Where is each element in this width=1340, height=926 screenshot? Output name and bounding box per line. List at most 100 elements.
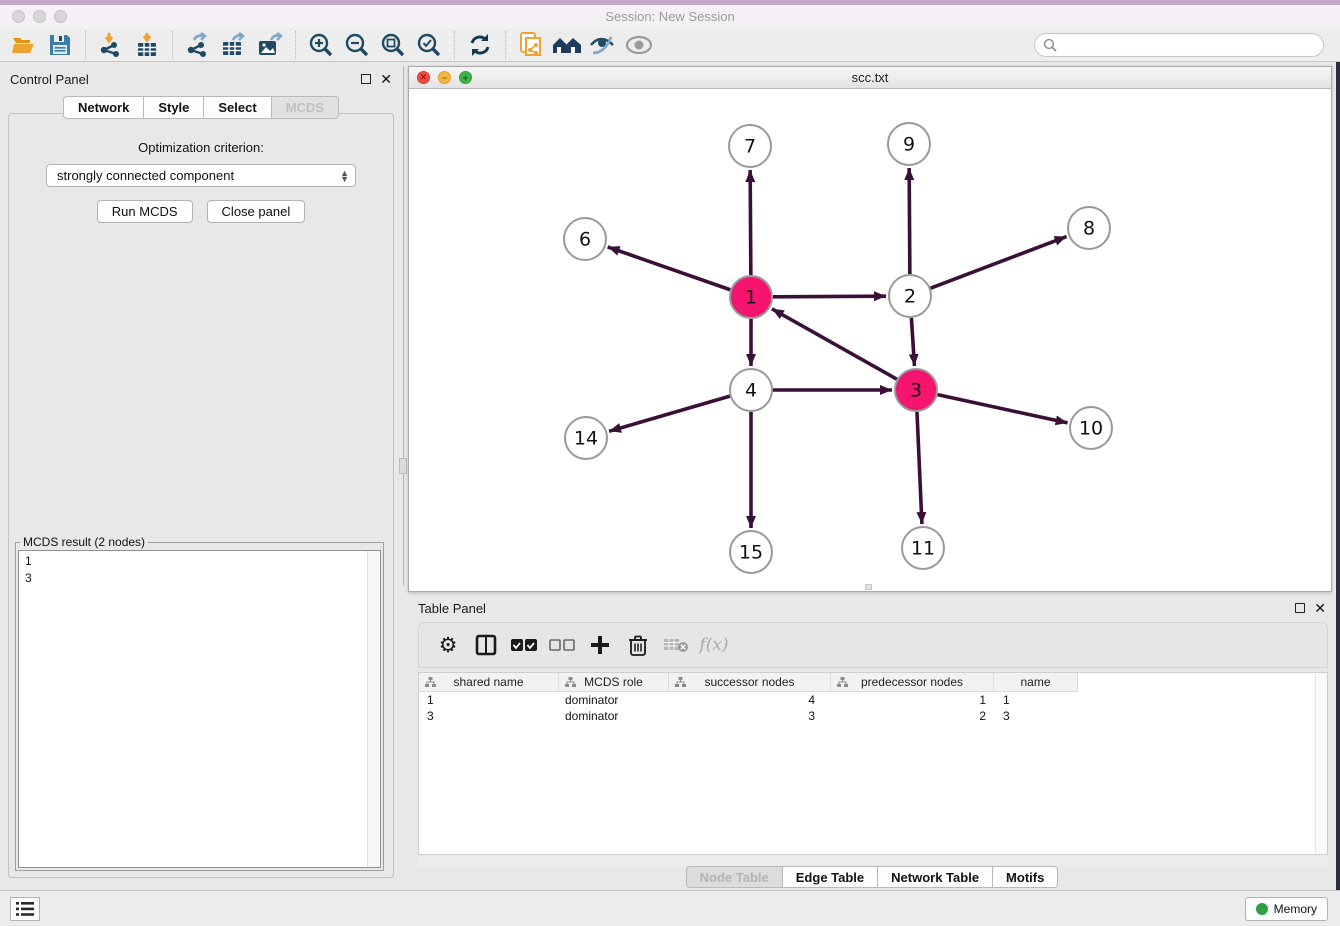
- run-mcds-button[interactable]: Run MCDS: [97, 200, 193, 223]
- svg-text:7: 7: [744, 136, 756, 158]
- table-cell[interactable]: 3: [419, 708, 559, 724]
- graph-node-9[interactable]: 9: [888, 123, 930, 165]
- network-graph[interactable]: 7 9 6 8 1 2 4 3 14 10 15 11: [409, 89, 1331, 591]
- table-row[interactable]: 1dominator411: [419, 692, 1327, 708]
- zoom-selected-icon[interactable]: [411, 29, 447, 61]
- zoom-in-icon[interactable]: [303, 29, 339, 61]
- task-history-button[interactable]: [10, 897, 40, 921]
- network-resize-grip[interactable]: [865, 584, 872, 590]
- tab-network-table[interactable]: Network Table: [877, 866, 992, 888]
- column-header-shared-name[interactable]: shared name: [419, 673, 559, 692]
- tab-select[interactable]: Select: [203, 96, 270, 119]
- column-header-name[interactable]: name: [994, 673, 1078, 692]
- search-input[interactable]: [1062, 38, 1323, 52]
- table-cell[interactable]: 1: [831, 692, 994, 708]
- tab-style[interactable]: Style: [143, 96, 203, 119]
- import-network-icon[interactable]: [93, 29, 129, 61]
- table-cell[interactable]: dominator: [559, 692, 669, 708]
- titlebar[interactable]: Session: New Session: [0, 5, 1340, 28]
- first-neighbors-icon[interactable]: [549, 29, 585, 61]
- refresh-icon[interactable]: [462, 29, 498, 61]
- open-file-icon[interactable]: [6, 29, 42, 61]
- table-cell[interactable]: 3: [669, 708, 831, 724]
- toolbar-separator: [295, 31, 296, 59]
- graph-node-11[interactable]: 11: [902, 527, 944, 569]
- tab-mcds[interactable]: MCDS: [271, 96, 339, 119]
- graph-node-14[interactable]: 14: [565, 417, 607, 459]
- edge-1-6[interactable]: [608, 247, 731, 290]
- column-settings-gear-icon[interactable]: ⚙: [431, 628, 465, 662]
- tab-motifs[interactable]: Motifs: [992, 866, 1058, 888]
- edge-2-8[interactable]: [931, 237, 1067, 289]
- table-row[interactable]: 3dominator323: [419, 708, 1327, 724]
- column-header-successor-nodes[interactable]: successor nodes: [669, 673, 831, 692]
- edge-1-7[interactable]: [750, 170, 751, 275]
- delete-table-icon[interactable]: [659, 628, 693, 662]
- column-header-mcds-role[interactable]: MCDS role: [559, 673, 669, 692]
- graph-node-7[interactable]: 7: [729, 125, 771, 167]
- control-panel: Control Panel ✕ NetworkStyleSelectMCDS O…: [0, 66, 402, 884]
- memory-button[interactable]: Memory: [1245, 897, 1328, 921]
- table-cell[interactable]: dominator: [559, 708, 669, 724]
- close-panel-icon[interactable]: ✕: [380, 74, 392, 84]
- svg-text:2: 2: [904, 286, 916, 308]
- search-box[interactable]: [1034, 33, 1324, 57]
- table-hscrollbar[interactable]: [418, 856, 1328, 866]
- graph-node-6[interactable]: 6: [564, 218, 606, 260]
- criterion-dropdown[interactable]: strongly connected component ▲▼: [46, 164, 356, 187]
- divider-grip[interactable]: [399, 458, 407, 474]
- tab-node-table[interactable]: Node Table: [686, 866, 782, 888]
- zoom-out-icon[interactable]: [339, 29, 375, 61]
- unselect-all-columns-icon[interactable]: [545, 628, 579, 662]
- export-table-icon[interactable]: [216, 29, 252, 61]
- zoom-fit-icon[interactable]: [375, 29, 411, 61]
- table-cell[interactable]: 1: [994, 692, 1078, 708]
- tab-network[interactable]: Network: [63, 96, 143, 119]
- apply-function-icon[interactable]: f(x): [697, 628, 731, 662]
- delete-row-icon[interactable]: [621, 628, 655, 662]
- table-cell[interactable]: 3: [994, 708, 1078, 724]
- table-cell[interactable]: 4: [669, 692, 831, 708]
- network-window-titlebar[interactable]: ✕ − + scc.txt: [409, 67, 1331, 89]
- add-row-icon[interactable]: [583, 628, 617, 662]
- panel-divider[interactable]: [403, 66, 404, 586]
- show-column-icon[interactable]: [469, 628, 503, 662]
- graph-node-1[interactable]: 1: [730, 276, 772, 318]
- edge-4-14[interactable]: [609, 396, 730, 431]
- hide-selected-icon[interactable]: [585, 29, 621, 61]
- toolbar-separator: [505, 31, 506, 59]
- result-scrollbar[interactable]: [367, 551, 380, 867]
- tab-edge-table[interactable]: Edge Table: [782, 866, 877, 888]
- save-session-icon[interactable]: [42, 29, 78, 61]
- graph-node-15[interactable]: 15: [730, 531, 772, 573]
- network-canvas[interactable]: 7 9 6 8 1 2 4 3 14 10 15 11: [409, 89, 1331, 591]
- close-table-panel-icon[interactable]: ✕: [1314, 603, 1326, 613]
- import-table-icon[interactable]: [129, 29, 165, 61]
- graph-node-2[interactable]: 2: [889, 275, 931, 317]
- edge-1-2[interactable]: [773, 296, 886, 297]
- edge-3-10[interactable]: [937, 395, 1067, 423]
- graph-node-4[interactable]: 4: [730, 369, 772, 411]
- table-scrollbar[interactable]: [1315, 673, 1327, 854]
- export-image-icon[interactable]: [252, 29, 288, 61]
- float-table-panel-icon[interactable]: [1295, 603, 1305, 613]
- close-panel-button[interactable]: Close panel: [207, 200, 306, 223]
- table-cell[interactable]: 1: [419, 692, 559, 708]
- edge-2-3[interactable]: [911, 318, 914, 366]
- new-network-from-selection-icon[interactable]: [513, 29, 549, 61]
- edge-3-1[interactable]: [772, 309, 897, 379]
- edge-3-11[interactable]: [917, 412, 922, 524]
- table-cell[interactable]: 2: [831, 708, 994, 724]
- select-all-columns-icon[interactable]: [507, 628, 541, 662]
- edge-2-9[interactable]: [909, 168, 910, 274]
- mcds-result-text[interactable]: 13: [18, 550, 381, 868]
- graph-node-3[interactable]: 3: [895, 369, 937, 411]
- float-panel-icon[interactable]: [361, 74, 371, 84]
- column-header-predecessor-nodes[interactable]: predecessor nodes: [831, 673, 994, 692]
- graph-node-8[interactable]: 8: [1068, 207, 1110, 249]
- export-network-icon[interactable]: [180, 29, 216, 61]
- optimization-criterion-label: Optimization criterion:: [9, 140, 393, 155]
- control-panel-tabs: NetworkStyleSelectMCDS: [0, 96, 402, 119]
- show-all-icon[interactable]: [621, 29, 657, 61]
- graph-node-10[interactable]: 10: [1070, 407, 1112, 449]
